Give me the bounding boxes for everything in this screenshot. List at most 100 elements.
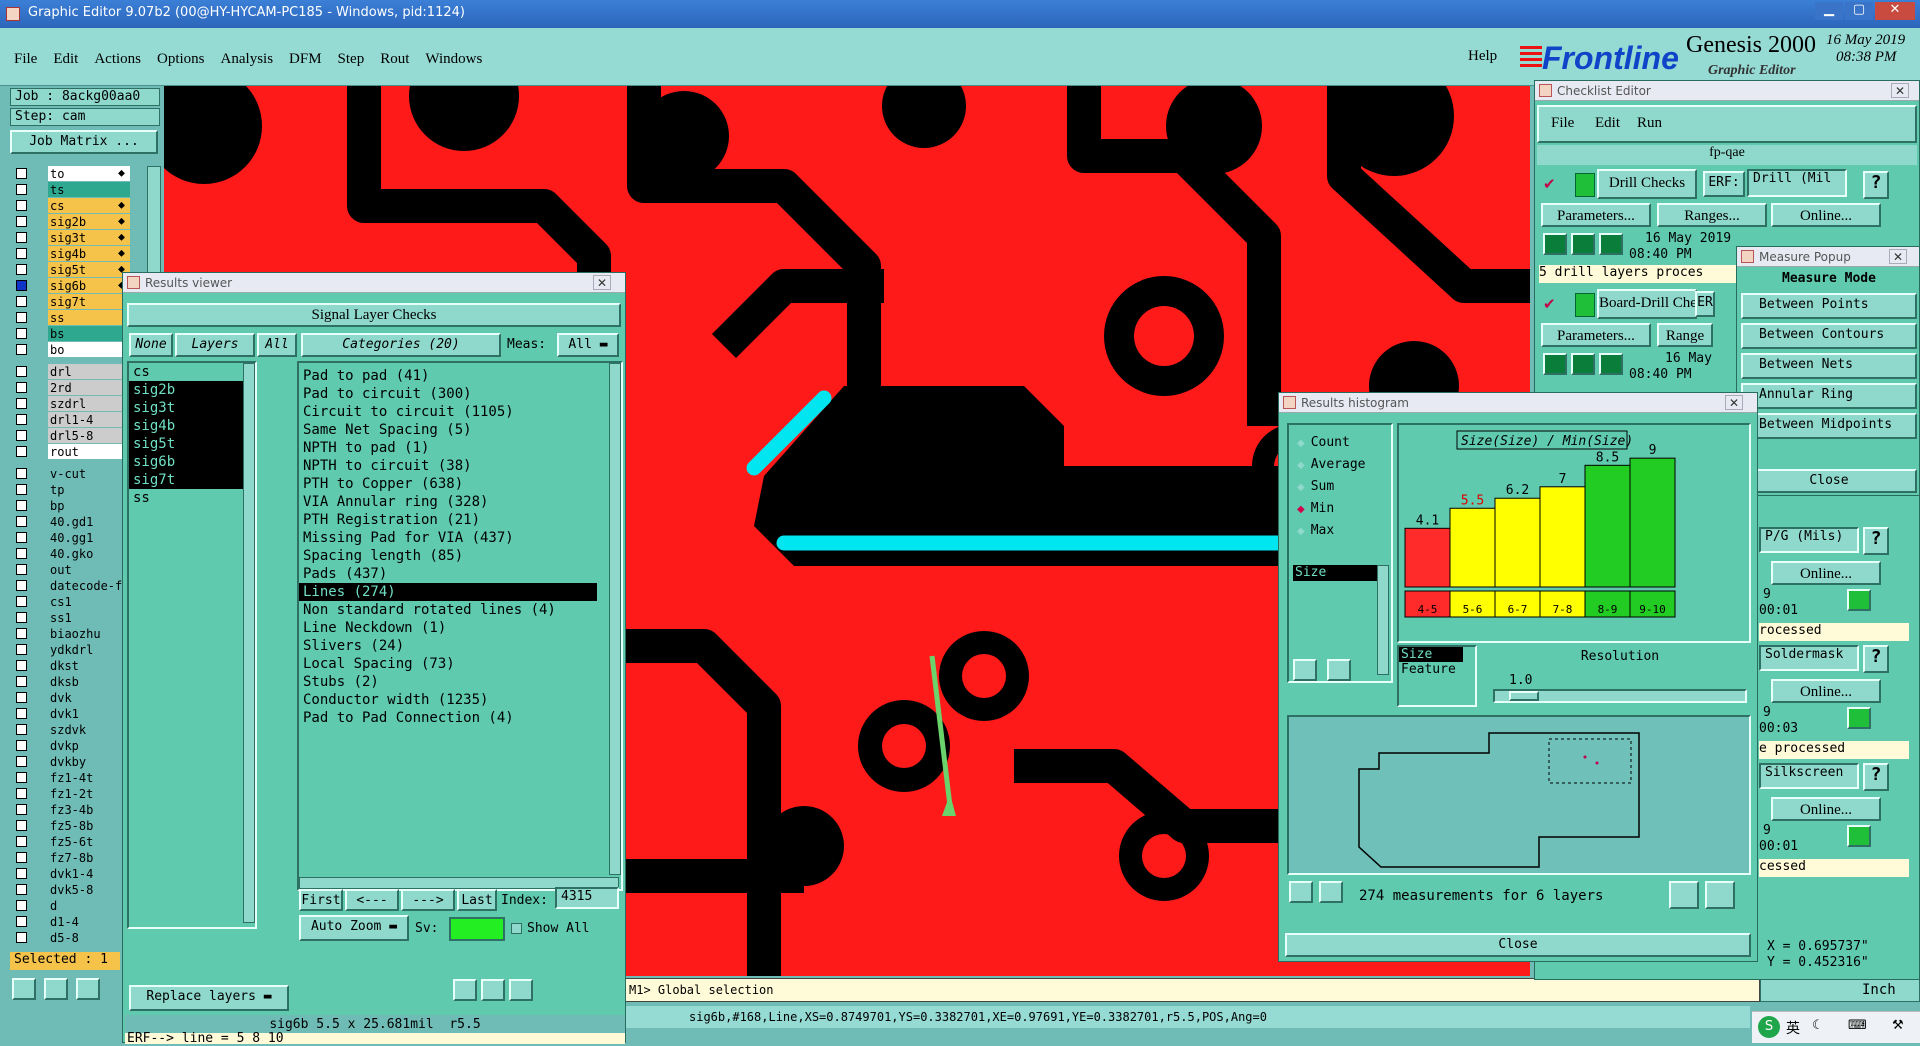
board-run-selected-icon[interactable] [1571, 353, 1595, 375]
pg-zoom-icon[interactable] [1847, 589, 1871, 611]
menu-dfm[interactable]: DFM [289, 51, 322, 68]
category-item[interactable]: Pad to pad (41) [299, 367, 621, 385]
layer-row[interactable]: sig3t ⬥ [12, 230, 132, 246]
checklist-menu-edit[interactable]: Edit [1595, 115, 1620, 132]
soldermask-zoom-icon[interactable] [1847, 707, 1871, 729]
silkscreen-zoom-icon[interactable] [1847, 825, 1871, 847]
layer-row[interactable]: szdrl [12, 396, 132, 412]
layer-row[interactable]: cs ⬥ [12, 198, 132, 214]
layer-checkbox[interactable] [16, 804, 27, 815]
first-button[interactable]: First [299, 889, 343, 911]
layer-checkbox[interactable] [16, 580, 27, 591]
drill-ranges-button[interactable]: Ranges... [1657, 203, 1767, 227]
layer-checkbox[interactable] [16, 398, 27, 409]
layers-toggle-button[interactable]: Layers [175, 333, 255, 357]
histogram-bar[interactable] [1539, 486, 1586, 588]
layer-checkbox[interactable] [16, 248, 27, 259]
measure-close-icon[interactable]: ✕ [1889, 249, 1907, 264]
drill-stop-icon[interactable] [1599, 233, 1623, 255]
results-viewer-close-icon[interactable]: ✕ [593, 275, 611, 290]
menu-step[interactable]: Step [338, 51, 365, 68]
zoom-tool-icon[interactable] [12, 978, 36, 1000]
layer-result-item[interactable]: sig6b [129, 453, 243, 471]
category-item[interactable]: NPTH to circuit (38) [299, 457, 621, 475]
histogram-bar[interactable] [1404, 527, 1451, 588]
layer-checkbox[interactable] [16, 660, 27, 671]
histogram-bar[interactable] [1494, 497, 1541, 588]
layer-checkbox[interactable] [16, 612, 27, 623]
layer-checkbox[interactable] [16, 868, 27, 879]
ref-icon[interactable] [481, 979, 505, 1001]
measure-mode-item[interactable]: Annular Ring [1741, 383, 1917, 409]
layer-checkbox[interactable] [16, 264, 27, 275]
layer-checkbox[interactable] [16, 216, 27, 227]
radio-icon[interactable]: ◆ [1297, 460, 1305, 471]
soldermask-help-icon[interactable]: ? [1863, 645, 1889, 673]
resolution-slider[interactable] [1493, 689, 1747, 703]
layer-results-list[interactable]: cs sig2b sig3t sig4b sig5t sig6b sig7t ss [127, 361, 257, 929]
layer-row[interactable]: fz7-8b [12, 850, 132, 866]
drill-parameters-button[interactable]: Parameters... [1541, 203, 1651, 227]
attr-list[interactable]: Size [1293, 565, 1381, 665]
histogram-option[interactable]: ◆ Sum [1297, 475, 1334, 495]
pg-erf-field[interactable]: P/G (Mils) [1759, 527, 1859, 553]
histogram-option[interactable]: ◆ Max [1297, 519, 1334, 539]
layer-result-item[interactable]: sig2b [129, 381, 243, 399]
category-item[interactable]: Conductor width (1235) [299, 691, 621, 709]
layer-checkbox[interactable] [16, 724, 27, 735]
show-all-checkbox[interactable] [511, 923, 522, 934]
layer-checkbox[interactable] [16, 644, 27, 655]
layer-checkbox[interactable] [16, 852, 27, 863]
layer-row[interactable]: bs [12, 326, 132, 342]
footer-ref-icon[interactable] [1319, 881, 1343, 903]
size-feature-list[interactable]: Size Feature [1397, 645, 1477, 707]
category-item[interactable]: Spacing length (85) [299, 547, 621, 565]
layer-checkbox[interactable] [16, 200, 27, 211]
attr-scroll[interactable] [1377, 565, 1389, 675]
histogram-bar[interactable] [1449, 507, 1496, 588]
last-button[interactable]: Last [457, 889, 497, 911]
layer-row[interactable]: sig7t [12, 294, 132, 310]
layer-row[interactable]: ss [12, 310, 132, 326]
prev-button[interactable]: <--- [345, 889, 399, 911]
board-run-icon[interactable] [1543, 353, 1567, 375]
measure-mode-item[interactable]: Between Contours [1741, 323, 1917, 349]
layer-checkbox[interactable] [16, 232, 27, 243]
layer-row[interactable]: sig2b ⬥ [12, 214, 132, 230]
silkscreen-online-button[interactable]: Online... [1771, 797, 1881, 821]
layer-checkbox[interactable] [16, 184, 27, 195]
layer-row[interactable]: dkst [12, 658, 132, 674]
layer-checkbox[interactable] [16, 900, 27, 911]
silkscreen-help-icon[interactable]: ? [1863, 763, 1889, 791]
layer-row[interactable]: fz1-4t [12, 770, 132, 786]
size-item[interactable]: Size [1399, 647, 1463, 662]
layer-row[interactable]: fz3-4b [12, 802, 132, 818]
layer-row[interactable]: fz5-8b [12, 818, 132, 834]
layer-checkbox[interactable] [16, 446, 27, 457]
layer-row[interactable]: szdvk [12, 722, 132, 738]
layer-checkbox[interactable] [16, 280, 27, 291]
hist-ref-icon[interactable] [1327, 659, 1351, 681]
radio-selected-icon[interactable]: ◆ [1297, 504, 1305, 515]
soldermask-online-button[interactable]: Online... [1771, 679, 1881, 703]
histogram-close-icon[interactable]: ✕ [1725, 395, 1743, 410]
help-menu[interactable]: Help [1468, 48, 1497, 65]
board-stop-icon[interactable] [1599, 353, 1623, 375]
menu-options[interactable]: Options [157, 51, 205, 68]
tray-language[interactable]: 英 [1786, 1018, 1800, 1038]
layer-checkbox[interactable] [16, 328, 27, 339]
layer-row[interactable]: bo [12, 342, 132, 358]
resolution-slider-thumb[interactable] [1509, 691, 1539, 701]
menu-windows[interactable]: Windows [425, 51, 482, 68]
layer-row[interactable]: dvkby [12, 754, 132, 770]
maximize-button[interactable]: ▢ [1845, 2, 1873, 20]
units-label[interactable]: Inch [1862, 982, 1896, 998]
checklist-menu-run[interactable]: Run [1637, 115, 1662, 132]
category-item[interactable]: Line Neckdown (1) [299, 619, 621, 637]
category-item[interactable]: Slivers (24) [299, 637, 621, 655]
feature-item[interactable]: Feature [1399, 662, 1475, 677]
layer-checkbox[interactable] [16, 296, 27, 307]
layer-checkbox[interactable] [16, 772, 27, 783]
category-scroll[interactable] [609, 363, 621, 875]
histogram-option[interactable]: ◆ Min [1297, 497, 1334, 517]
